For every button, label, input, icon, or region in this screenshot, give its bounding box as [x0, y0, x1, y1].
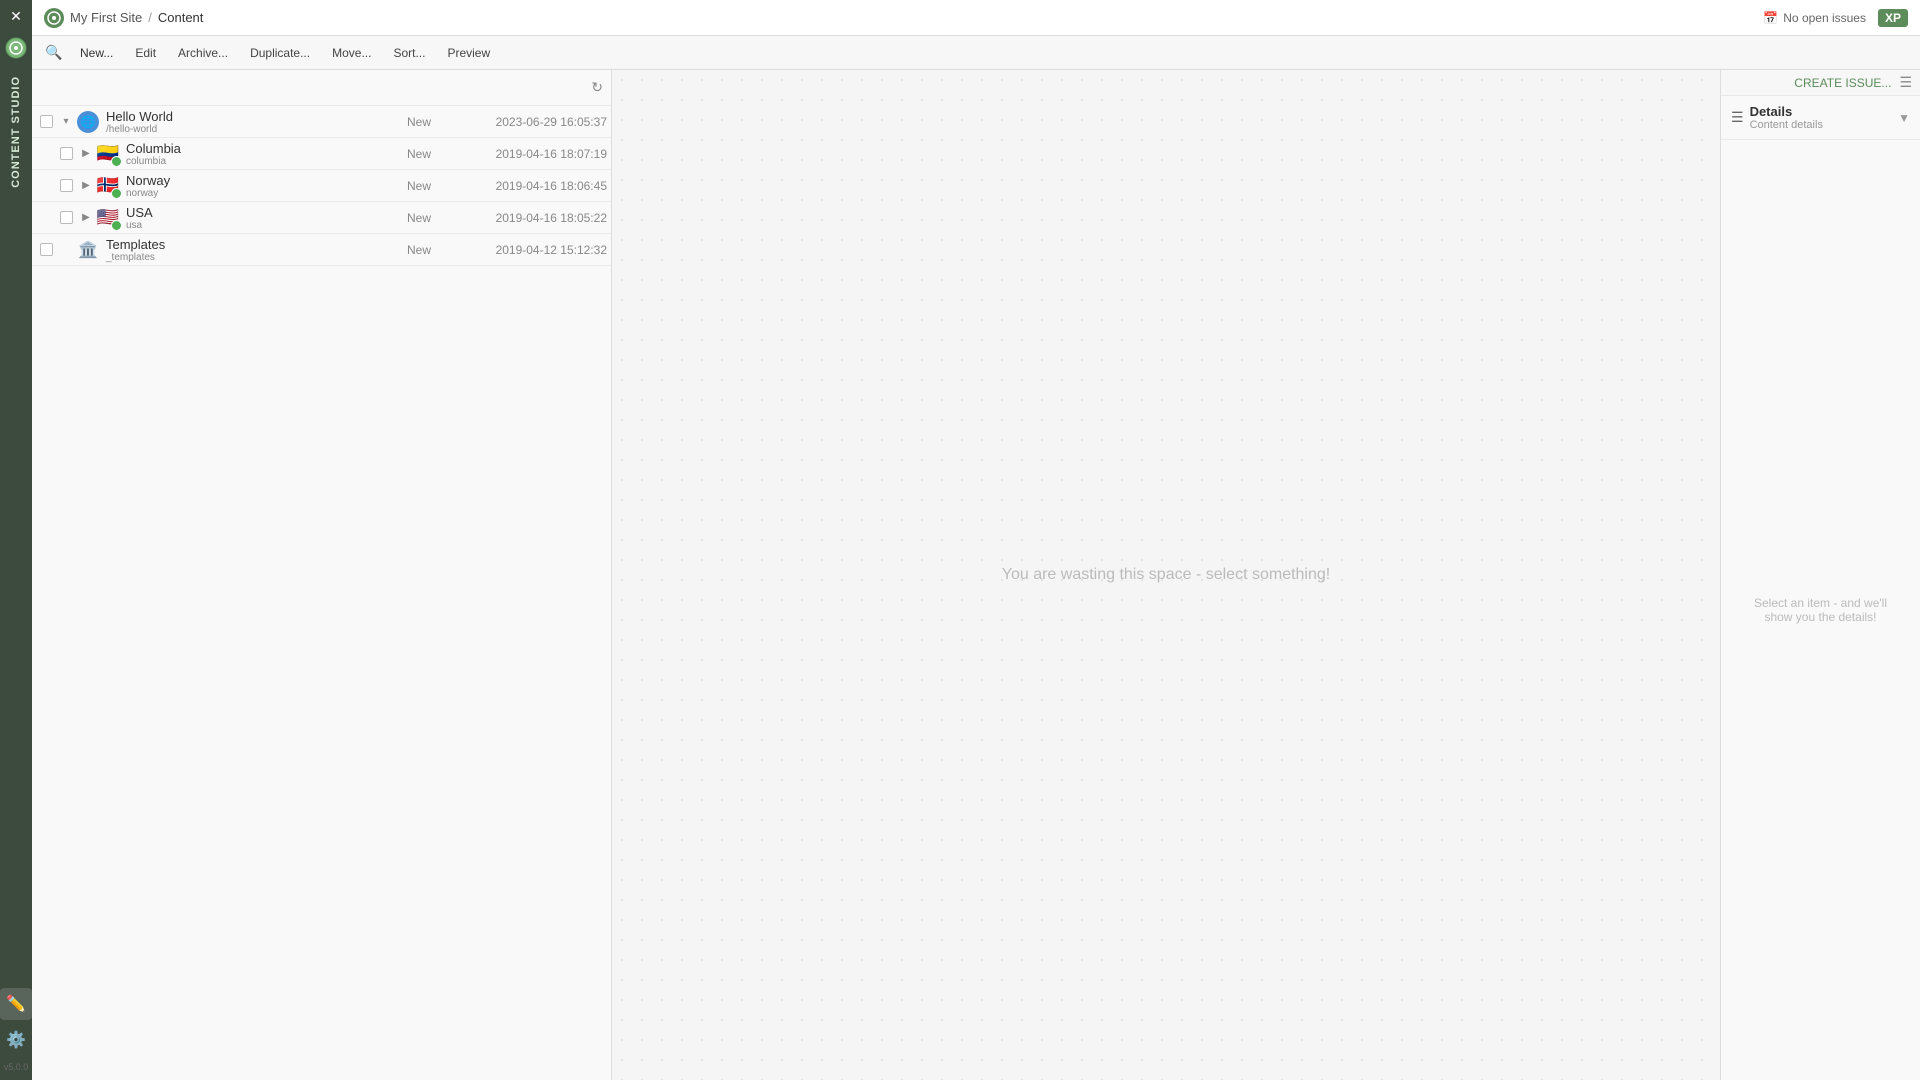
create-issue-bar: CREATE ISSUE... ☰: [1721, 70, 1920, 96]
item-date: 2019-04-16 18:06:45: [467, 179, 607, 193]
item-name: USA: [126, 205, 407, 220]
item-status: New: [407, 115, 467, 129]
item-status: New: [407, 179, 467, 193]
item-path: _templates: [106, 252, 407, 263]
item-date: 2019-04-16 18:05:22: [467, 211, 607, 225]
main-area: My First Site / Content 📅 No open issues…: [32, 0, 1920, 1080]
row-name: Hello World /hello-world: [106, 109, 407, 135]
details-body: Select an item - and we'll show you the …: [1721, 140, 1920, 1080]
expand-icon[interactable]: ▶: [76, 180, 96, 191]
expand-icon[interactable]: ▾: [56, 116, 76, 127]
breadcrumb: My First Site / Content: [44, 8, 1757, 28]
edit-button[interactable]: Edit: [125, 42, 166, 64]
tree-row[interactable]: ▶ 🇺🇸 USA usa New 2019-04-16 18:05:22: [32, 202, 611, 234]
calendar-icon: 📅: [1763, 11, 1778, 25]
site-icon: [44, 8, 64, 28]
checkbox[interactable]: [60, 147, 73, 160]
expand-icon[interactable]: ▶: [76, 212, 96, 223]
breadcrumb-separator: /: [148, 10, 152, 25]
search-button[interactable]: 🔍: [40, 39, 68, 67]
item-date: 2023-06-29 16:05:37: [467, 115, 607, 129]
refresh-icon[interactable]: ↻: [591, 79, 603, 96]
empty-message: You are wasting this space - select some…: [1002, 566, 1330, 584]
tree-list: ▾ 🌐 Hello World /hello-world New 2023-06…: [32, 106, 611, 1080]
item-date: 2019-04-12 15:12:32: [467, 243, 607, 257]
usa-flag-icon: 🇺🇸: [96, 206, 120, 230]
edit-mode-button[interactable]: ✏️: [0, 988, 32, 1020]
checkbox[interactable]: [40, 243, 53, 256]
row-checkbox[interactable]: [56, 179, 76, 192]
view-toggle-button[interactable]: ☰: [1899, 74, 1912, 91]
checkbox[interactable]: [60, 211, 73, 224]
details-list-icon: ☰: [1731, 109, 1744, 126]
left-toolbar: ✕ CONTENT STUDIO ✏️ ⚙️ v5.0.0: [0, 0, 32, 1080]
row-name: Columbia columbia: [126, 141, 407, 167]
move-button[interactable]: Move...: [322, 42, 381, 64]
sort-button[interactable]: Sort...: [383, 42, 435, 64]
logo-button[interactable]: [0, 32, 32, 64]
templates-icon: 🏛️: [76, 238, 100, 262]
columbia-flag-icon: 🇨🇴: [96, 142, 120, 166]
content-area: ↻ ▾ 🌐 Hello World /hell: [32, 70, 1920, 1080]
tree-row[interactable]: ▾ 🌐 Hello World /hello-world New 2023-06…: [32, 106, 611, 138]
checkbox[interactable]: [60, 179, 73, 192]
no-issues-badge: 📅 No open issues: [1763, 11, 1866, 25]
tree-row[interactable]: ▶ 🏛️ Templates _templates New 2019-04-12…: [32, 234, 611, 266]
header-bar: My First Site / Content 📅 No open issues…: [32, 0, 1920, 36]
close-button[interactable]: ✕: [0, 0, 32, 32]
new-button[interactable]: New...: [70, 42, 123, 64]
breadcrumb-site[interactable]: My First Site: [70, 10, 142, 25]
details-title: Details: [1750, 104, 1823, 119]
row-checkbox[interactable]: [36, 243, 56, 256]
item-date: 2019-04-16 18:07:19: [467, 147, 607, 161]
tree-header: ↻: [32, 70, 611, 106]
item-status: New: [407, 147, 467, 161]
details-chevron-icon[interactable]: ▼: [1898, 111, 1910, 125]
item-name: Templates: [106, 237, 407, 252]
archive-button[interactable]: Archive...: [168, 42, 238, 64]
empty-area: You are wasting this space - select some…: [612, 70, 1720, 1080]
item-status: New: [407, 211, 467, 225]
app-label: CONTENT STUDIO: [10, 68, 22, 196]
item-path: columbia: [126, 156, 407, 167]
item-name: Norway: [126, 173, 407, 188]
hello-world-icon: 🌐: [76, 110, 100, 134]
settings-button[interactable]: ⚙️: [0, 1024, 32, 1056]
preview-button[interactable]: Preview: [437, 42, 500, 64]
item-path: /hello-world: [106, 124, 407, 135]
row-name: Norway norway: [126, 173, 407, 199]
details-header: ☰ Details Content details ▼: [1721, 96, 1920, 140]
item-name: Hello World: [106, 109, 407, 124]
xp-badge[interactable]: XP: [1878, 9, 1908, 27]
norway-flag-icon: 🇳🇴: [96, 174, 120, 198]
version-label: v5.0.0: [4, 1062, 29, 1072]
tree-panel: ↻ ▾ 🌐 Hello World /hell: [32, 70, 612, 1080]
row-name: USA usa: [126, 205, 407, 231]
row-name: Templates _templates: [106, 237, 407, 263]
details-empty-message: Select an item - and we'll show you the …: [1741, 596, 1900, 624]
tree-row[interactable]: ▶ 🇳🇴 Norway norway New 2019-04-16 18:06:…: [32, 170, 611, 202]
breadcrumb-current: Content: [158, 10, 204, 25]
item-path: usa: [126, 220, 407, 231]
item-path: norway: [126, 188, 407, 199]
no-issues-text: No open issues: [1783, 11, 1866, 25]
create-issue-link[interactable]: CREATE ISSUE...: [1794, 76, 1891, 90]
expand-icon[interactable]: ▶: [76, 148, 96, 159]
details-header-left: ☰ Details Content details: [1731, 104, 1823, 131]
row-checkbox[interactable]: [56, 211, 76, 224]
duplicate-button[interactable]: Duplicate...: [240, 42, 320, 64]
checkbox[interactable]: [40, 115, 53, 128]
details-subtitle: Content details: [1750, 119, 1823, 131]
action-toolbar: 🔍 New... Edit Archive... Duplicate... Mo…: [32, 36, 1920, 70]
item-name: Columbia: [126, 141, 407, 156]
item-status: New: [407, 243, 467, 257]
tree-row[interactable]: ▶ 🇨🇴 Columbia columbia New 2019-04-16 18…: [32, 138, 611, 170]
header-right: 📅 No open issues XP: [1763, 9, 1908, 27]
details-panel: CREATE ISSUE... ☰ ☰ Details Content deta…: [1720, 70, 1920, 1080]
row-checkbox[interactable]: [56, 147, 76, 160]
row-checkbox[interactable]: [36, 115, 56, 128]
